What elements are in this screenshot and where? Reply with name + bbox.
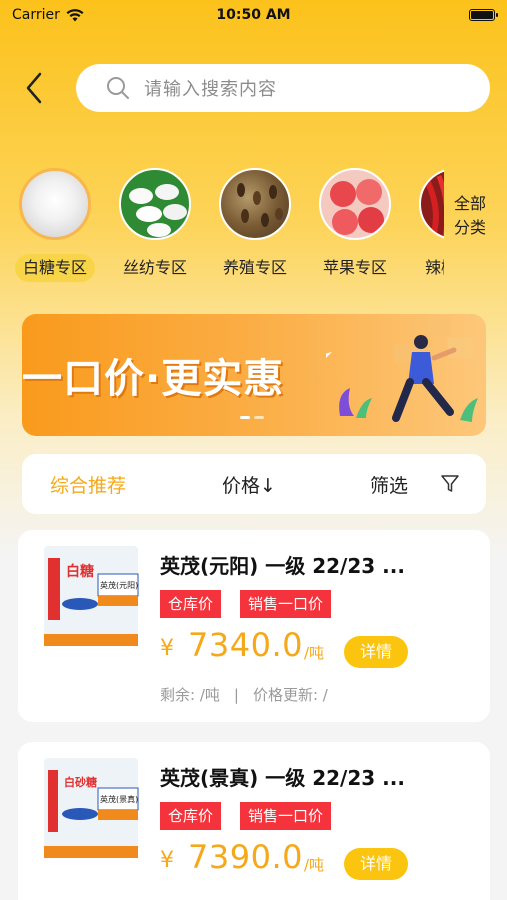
product-image: 白砂糖 英茂(景真) <box>40 758 160 870</box>
price-updated: 价格更新: / <box>252 686 328 704</box>
sort-price-tab[interactable]: 价格↓ <box>222 471 276 498</box>
category-image-silk <box>119 168 191 240</box>
product-title: 英茂(景真) 一级 22/23 ... <box>160 766 405 790</box>
back-button[interactable] <box>14 66 54 110</box>
package-text: 白砂糖 <box>64 775 97 789</box>
price-unit: /吨 <box>304 644 325 662</box>
tag-warehouse-price: 仓库价 <box>160 590 222 618</box>
pagination-dot-active <box>240 416 250 419</box>
wifi-icon <box>66 8 84 21</box>
currency-symbol: ¥ <box>160 848 174 873</box>
all-categories-line2: 分类 <box>454 218 487 237</box>
detail-button[interactable]: 详情 <box>344 636 408 668</box>
category-image-sugar <box>19 168 91 240</box>
detail-button[interactable]: 详情 <box>344 848 408 880</box>
filter-button[interactable]: 筛选 <box>370 471 408 498</box>
chevron-left-icon <box>26 72 42 104</box>
category-image-breeding <box>219 168 291 240</box>
status-bar: Carrier 10:50 AM <box>0 0 507 30</box>
package-label: 英茂(元阳) <box>100 580 138 590</box>
meta-separator: | <box>233 686 239 704</box>
product-image: 白糖 英茂(元阳) <box>40 546 160 658</box>
category-label: 白糖专区 <box>14 254 95 282</box>
product-price: 7390.0 <box>188 838 303 876</box>
price-unit: /吨 <box>304 856 325 874</box>
tag-warehouse-price: 仓库价 <box>160 802 222 830</box>
sort-bar: 综合推荐 价格↓ 筛选 <box>22 454 486 514</box>
filter-icon[interactable] <box>440 474 460 494</box>
product-card[interactable]: 白糖 英茂(元阳) 英茂(元阳) 一级 22/23 ... 仓库价 销售一口价 … <box>18 530 490 722</box>
all-categories-line1: 全部 <box>454 194 487 213</box>
category-image-pepper <box>419 168 444 240</box>
category-image-apple <box>319 168 391 240</box>
category-row: 白糖专区 丝纺专区 养殖专区 苹果专区 辣 <box>0 168 507 288</box>
currency-symbol: ¥ <box>160 636 174 661</box>
product-title: 英茂(元阳) 一级 22/23 ... <box>160 554 405 578</box>
search-icon <box>107 77 129 99</box>
category-label: 苹果专区 <box>322 258 387 277</box>
tag-fixed-price: 销售一口价 <box>240 590 332 618</box>
category-label: 养殖专区 <box>222 258 287 277</box>
search-placeholder: 请输入搜索内容 <box>144 79 277 100</box>
tag-fixed-price: 销售一口价 <box>240 802 332 830</box>
banner-pagination <box>240 416 264 419</box>
pagination-dot <box>254 416 264 419</box>
category-breeding[interactable]: 养殖专区 <box>210 168 300 282</box>
product-card[interactable]: 白砂糖 英茂(景真) 英茂(景真) 一级 22/23 ... 仓库价 销售一口价… <box>18 742 490 900</box>
package-label: 英茂(景真) <box>100 794 138 804</box>
category-silk[interactable]: 丝纺专区 <box>110 168 200 282</box>
carrier-label: Carrier <box>12 7 60 23</box>
search-input[interactable]: 请输入搜索内容 <box>76 64 490 112</box>
banner-text: 一口价·更实惠 <box>22 356 285 402</box>
category-sugar[interactable]: 白糖专区 <box>10 168 100 282</box>
all-categories-button[interactable]: 全部 分类 <box>454 192 498 240</box>
product-price: 7340.0 <box>188 626 303 664</box>
category-pepper[interactable]: 辣椒专区 <box>410 168 444 282</box>
package-text: 白糖 <box>66 563 94 580</box>
status-left: Carrier <box>12 7 84 23</box>
category-label: 辣椒专区 <box>424 258 444 277</box>
battery-icon <box>469 9 498 21</box>
product-meta: 剩余: /吨 | 价格更新: / <box>160 684 328 705</box>
category-pepper-clip: 辣椒专区 <box>410 168 444 288</box>
sort-recommend-tab[interactable]: 综合推荐 <box>50 471 126 498</box>
category-label: 丝纺专区 <box>122 258 187 277</box>
banner-illustration <box>326 318 478 422</box>
remaining-stock: 剩余: /吨 <box>160 686 220 704</box>
category-apple[interactable]: 苹果专区 <box>310 168 400 282</box>
